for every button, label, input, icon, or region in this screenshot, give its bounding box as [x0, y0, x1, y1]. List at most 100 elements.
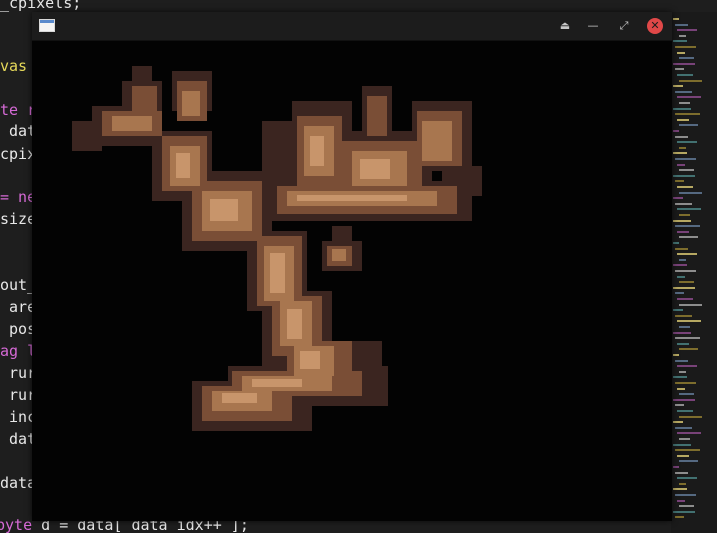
minimap-line [679, 415, 702, 418]
minimap-line [673, 421, 683, 424]
minimap-line [679, 146, 686, 149]
minimap-line [675, 202, 692, 205]
minimap-line [673, 62, 695, 65]
code-line: data [0, 474, 37, 492]
minimap-line [673, 197, 683, 200]
minimap-line [677, 365, 697, 368]
minimap-line [675, 270, 696, 272]
minimap-line [677, 320, 701, 323]
code-keyword: byte [0, 516, 33, 533]
minimap-line [675, 158, 696, 160]
desktop-stage: _cpixels; vas te r dat cpix = ne size ou… [0, 0, 717, 533]
minimap-line [675, 135, 688, 138]
minimap-line [675, 46, 696, 48]
minimap-line [675, 225, 700, 228]
close-icon[interactable]: ✕ [647, 18, 663, 34]
minimap-line [675, 90, 692, 93]
minimap-line [673, 488, 687, 491]
minimap-line [677, 208, 701, 211]
eject-icon[interactable]: ⏏ [556, 17, 574, 35]
editor-minimap[interactable] [671, 12, 717, 533]
code-line: pos [0, 320, 37, 338]
code-line: rur [0, 386, 37, 404]
minimap-line [677, 477, 697, 480]
minimap-line [673, 376, 687, 379]
minimap-line [677, 118, 689, 121]
minimap-line [673, 398, 695, 401]
minimap-line [675, 180, 684, 183]
code-line: cpix [0, 145, 37, 163]
minimap-line [679, 393, 694, 396]
minimap-line [677, 410, 693, 412]
minimap-line [679, 258, 686, 261]
code-line: are [0, 298, 37, 316]
minimap-line [679, 326, 690, 328]
minimap-line [677, 230, 689, 233]
code-line: _cpixels; [0, 0, 82, 12]
minimize-icon[interactable]: — [584, 17, 602, 35]
minimap-line [675, 113, 700, 116]
minimap-line [679, 169, 694, 172]
minimap-line [677, 454, 689, 457]
minimap-line [673, 40, 687, 43]
minimap-line [677, 163, 685, 166]
code-line: = ne [0, 188, 37, 206]
minimap-line [673, 510, 695, 513]
minimap-line [675, 359, 688, 362]
minimap-line [677, 51, 685, 54]
minimap-line [675, 68, 684, 71]
minimap-line [675, 449, 700, 452]
minimap-line [677, 74, 693, 76]
minimap-line [679, 79, 702, 82]
code-line: out_ [0, 276, 37, 294]
code-line: inc [0, 408, 37, 426]
minimap-line [673, 331, 691, 334]
minimap-line [677, 29, 697, 32]
minimap-line [679, 348, 698, 351]
minimap-line [673, 18, 679, 20]
code-line: dat [0, 430, 37, 448]
minimap-line [677, 387, 685, 390]
minimap-line [679, 236, 698, 239]
minimap-line [673, 107, 691, 110]
minimap-line [673, 309, 683, 312]
minimap-line [675, 247, 688, 250]
minimap-line [675, 382, 696, 384]
minimap-line [679, 370, 686, 373]
minimap-line [673, 354, 679, 356]
render-canvas[interactable] [32, 41, 672, 521]
minimap-line [677, 298, 693, 300]
code-line: vas [0, 57, 28, 75]
minimap-line [673, 85, 683, 88]
minimap-line [679, 57, 694, 60]
window-titlebar[interactable]: ⏏ — ⤢ ✕ [32, 12, 672, 41]
minimap-line [673, 152, 687, 155]
code-line: dat [0, 122, 37, 140]
minimap-line [675, 404, 684, 407]
minimap-line [675, 494, 696, 496]
minimap-line [675, 292, 684, 295]
minimap-line [675, 337, 700, 340]
minimap-line [679, 505, 694, 508]
pixel-tree-image [72, 66, 482, 431]
minimap-line [677, 141, 697, 144]
minimap-line [673, 130, 679, 132]
code-line: rur [0, 364, 37, 382]
minimap-line [673, 264, 687, 267]
code-line: size [0, 210, 37, 228]
maximize-icon[interactable]: ⤢ [615, 17, 633, 35]
minimap-line [673, 219, 691, 222]
minimap-line [677, 499, 685, 502]
app-window: ⏏ — ⤢ ✕ [32, 12, 672, 521]
minimap-line [679, 34, 686, 37]
minimap-line [677, 96, 701, 99]
minimap-line [673, 443, 691, 446]
minimap-line [675, 426, 692, 429]
minimap-line [679, 124, 698, 127]
minimap-line [677, 432, 701, 435]
minimap-line [679, 303, 702, 306]
minimap-line [677, 253, 697, 256]
minimap-line [679, 281, 694, 284]
window-app-icon [39, 19, 55, 32]
minimap-line [675, 516, 684, 519]
